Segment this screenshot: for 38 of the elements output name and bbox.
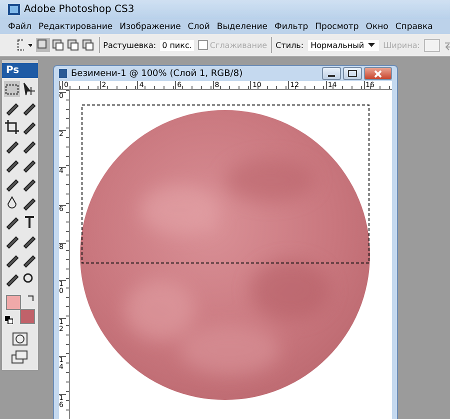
caret-icon <box>368 42 376 48</box>
foreground-color-swatch[interactable] <box>6 295 21 310</box>
menu-item[interactable]: Редактирование <box>38 22 113 32</box>
menu-item[interactable]: Окно <box>366 22 388 32</box>
photoshop-logo: Ps <box>2 63 38 78</box>
menu-item[interactable]: Фильтр <box>274 22 308 32</box>
close-icon <box>374 70 382 78</box>
feather-field[interactable]: 0 пикс. <box>160 40 194 50</box>
window-title: Adobe Photoshop CS3 <box>24 4 134 15</box>
minimize-button[interactable] <box>322 67 341 80</box>
menu-item[interactable]: Изображение <box>120 22 181 32</box>
close-button[interactable] <box>364 67 392 80</box>
style-label: Стиль: <box>276 40 304 50</box>
document-icon <box>59 69 67 78</box>
selection-mode-icon[interactable] <box>36 38 50 52</box>
move-tool-icon[interactable] <box>20 81 36 97</box>
rectangle-marquee-icon[interactable] <box>16 38 24 52</box>
swap-colors-icon[interactable] <box>27 294 35 302</box>
selection-mode-icon[interactable] <box>50 38 65 52</box>
maximize-button[interactable] <box>343 67 362 80</box>
crop-tool-icon[interactable] <box>4 119 20 135</box>
background-color-swatch[interactable] <box>20 309 35 324</box>
width-label: Ширина: <box>383 40 420 50</box>
selection-mode-icon[interactable] <box>66 38 80 52</box>
default-colors-icon[interactable] <box>5 316 13 324</box>
quick-mask-icon[interactable] <box>12 332 28 346</box>
menu-item[interactable]: Файл <box>8 22 32 32</box>
menu-item[interactable]: Слой <box>188 22 210 32</box>
app-icon <box>8 4 20 15</box>
feather-label: Растушевка: <box>103 40 156 50</box>
marquee-tool-icon[interactable] <box>4 81 20 97</box>
menu-item[interactable]: Выделение <box>216 22 268 32</box>
selection-mode-icon[interactable] <box>80 38 95 52</box>
style-dropdown[interactable]: Нормальный <box>308 40 380 50</box>
menu-item[interactable]: Справка <box>395 22 433 32</box>
document-title: Безимени-1 @ 100% (Слой 1, RGB/8) <box>71 68 244 78</box>
screen-mode-icon[interactable] <box>11 350 29 364</box>
menu-item[interactable]: Просмотр <box>315 22 359 32</box>
